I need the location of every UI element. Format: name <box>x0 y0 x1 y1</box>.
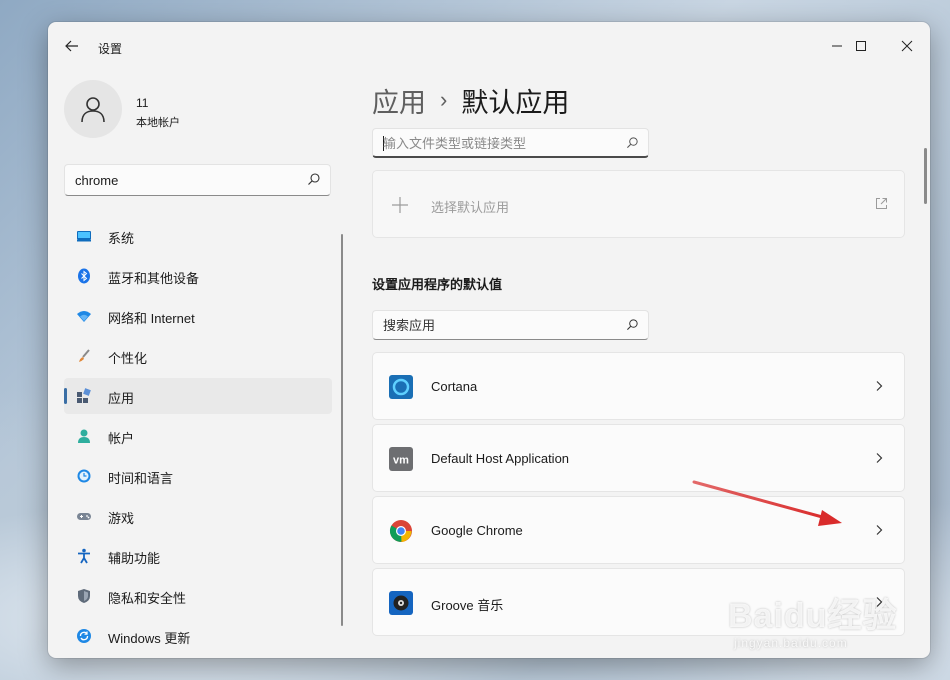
search-icon[interactable] <box>626 136 639 149</box>
choose-default-app-card[interactable]: 选择默认应用 <box>372 170 905 238</box>
clock-globe-icon <box>76 468 92 484</box>
shield-icon <box>76 588 92 604</box>
accessibility-icon <box>76 548 92 564</box>
cortana-icon <box>389 375 413 399</box>
close-button[interactable] <box>884 30 930 62</box>
sidebar-item-label: 时间和语言 <box>108 471 174 486</box>
sidebar-item-time-language[interactable]: 时间和语言 <box>64 458 332 494</box>
breadcrumb: 应用 › 默认应用 <box>372 80 569 120</box>
search-icon[interactable] <box>626 318 639 331</box>
system-icon <box>76 228 92 244</box>
sidebar-item-label: 系统 <box>108 231 135 246</box>
open-external-icon <box>876 198 887 209</box>
breadcrumb-apps-link[interactable]: 应用 <box>372 81 426 120</box>
maximize-icon <box>856 41 866 51</box>
apps-icon <box>76 388 92 404</box>
filetype-search-box <box>372 128 649 158</box>
sidebar-nav: 系统 蓝牙和其他设备 网络和 Internet 个性化 应用 帐户 时间和语言 … <box>64 218 332 658</box>
sidebar-item-label: 游戏 <box>108 511 135 526</box>
maximize-button[interactable] <box>838 30 884 62</box>
chevron-right-icon <box>876 525 883 535</box>
update-icon <box>76 628 92 644</box>
chevron-right-icon <box>876 453 883 463</box>
back-button[interactable] <box>62 36 82 56</box>
sidebar-item-label: 应用 <box>108 391 135 406</box>
back-arrow-icon <box>65 40 78 52</box>
app-row-google-chrome[interactable]: Google Chrome <box>372 496 905 564</box>
app-name: Groove 音乐 <box>431 598 504 613</box>
title-bar: 设置 <box>48 22 930 70</box>
app-name: Default Host Application <box>431 451 570 466</box>
app-row-cortana[interactable]: Cortana <box>372 352 905 420</box>
search-icon[interactable] <box>307 172 321 186</box>
wifi-icon <box>76 308 92 324</box>
groove-music-icon <box>389 591 413 615</box>
choose-default-app-label: 选择默认应用 <box>431 200 510 215</box>
brush-icon <box>76 348 92 364</box>
sidebar-item-accounts[interactable]: 帐户 <box>64 418 332 454</box>
sidebar-item-label: 辅助功能 <box>108 551 161 566</box>
page-title: 默认应用 <box>461 87 570 118</box>
sidebar-item-gaming[interactable]: 游戏 <box>64 498 332 534</box>
sidebar-item-personalization[interactable]: 个性化 <box>64 338 332 374</box>
watermark: Baidu经验 jingyan.baidu.com <box>728 588 928 658</box>
bluetooth-icon <box>76 268 92 284</box>
sidebar-item-bluetooth[interactable]: 蓝牙和其他设备 <box>64 258 332 294</box>
sidebar-item-apps[interactable]: 应用 <box>64 378 332 414</box>
main-scrollbar[interactable] <box>924 148 927 204</box>
app-name: Google Chrome <box>431 523 523 538</box>
breadcrumb-separator: › <box>440 87 448 112</box>
gamepad-icon <box>76 508 92 524</box>
sidebar-item-system[interactable]: 系统 <box>64 218 332 254</box>
vmware-icon: vm <box>389 447 413 471</box>
chrome-icon <box>389 520 412 542</box>
section-title: 设置应用程序的默认值 <box>372 277 503 292</box>
sidebar-item-label: 蓝牙和其他设备 <box>108 271 200 286</box>
sidebar-item-label: 帐户 <box>108 431 135 446</box>
window-title: 设置 <box>98 42 123 56</box>
settings-window: 设置 11 本地帐户 chrome 系统 蓝牙和其他设备 网络和 Interne… <box>48 22 930 658</box>
settings-search-input[interactable] <box>65 165 295 195</box>
plus-icon <box>392 197 408 213</box>
person-avatar-icon <box>81 97 105 123</box>
avatar <box>64 80 122 138</box>
app-search-box <box>372 310 649 340</box>
user-profile[interactable]: 11 本地帐户 <box>64 80 344 142</box>
svg-text:vm: vm <box>393 455 409 467</box>
settings-search-box <box>64 164 331 196</box>
account-type: 本地帐户 <box>136 117 180 129</box>
filetype-search-input[interactable] <box>373 129 613 157</box>
watermark-logo-text: Baidu经验 <box>728 597 898 635</box>
user-name: 11 <box>136 96 149 110</box>
sidebar-item-label: Windows 更新 <box>108 631 191 646</box>
sidebar-item-label: 个性化 <box>108 351 148 366</box>
watermark-url: jingyan.baidu.com <box>734 636 848 650</box>
sidebar-item-network[interactable]: 网络和 Internet <box>64 298 332 334</box>
sidebar-item-windows-update[interactable]: Windows 更新 <box>64 618 332 654</box>
selection-indicator <box>64 388 67 404</box>
chevron-right-icon <box>876 381 883 391</box>
app-search-input[interactable] <box>373 311 613 339</box>
sidebar-item-accessibility[interactable]: 辅助功能 <box>64 538 332 574</box>
close-icon <box>901 40 913 52</box>
sidebar-item-label: 隐私和安全性 <box>108 591 187 606</box>
sidebar-item-label: 网络和 Internet <box>108 311 195 326</box>
app-row-default-host-application[interactable]: vm Default Host Application <box>372 424 905 492</box>
person-icon <box>76 428 92 444</box>
app-name: Cortana <box>431 379 478 394</box>
sidebar-item-privacy[interactable]: 隐私和安全性 <box>64 578 332 614</box>
sidebar-scrollbar[interactable] <box>341 234 343 626</box>
